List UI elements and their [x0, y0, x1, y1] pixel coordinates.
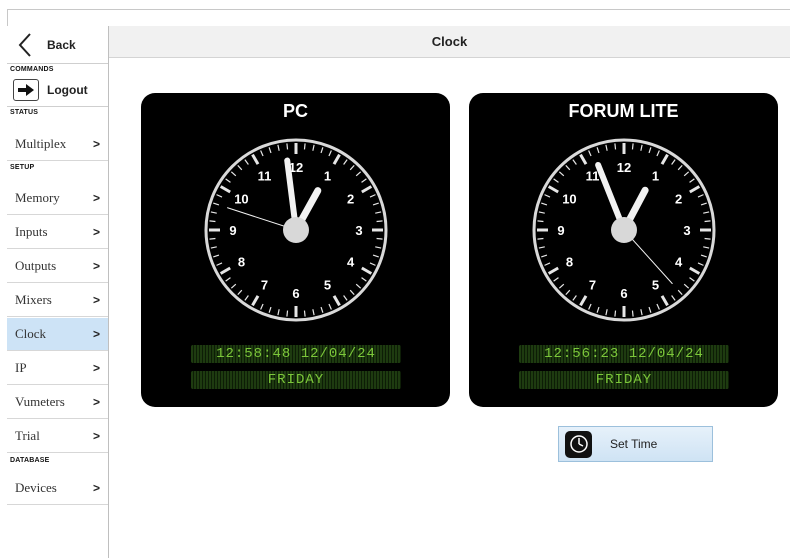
- sidebar-item-mixers[interactable]: Mixers >: [7, 284, 108, 317]
- chevron-left-icon: [18, 32, 31, 57]
- clock-tick: [631, 310, 634, 317]
- sidebar-item-devices[interactable]: Devices >: [7, 472, 108, 505]
- clock-numeral: 3: [355, 223, 362, 238]
- clock-tick: [704, 237, 711, 240]
- clock-tick: [537, 237, 544, 240]
- chevron-right-icon: >: [92, 259, 100, 273]
- sidebar-item-outputs[interactable]: Outputs >: [7, 250, 108, 283]
- section-setup: SETUP: [10, 164, 35, 171]
- clock-numeral: 10: [562, 192, 576, 207]
- clock-tick: [376, 220, 383, 223]
- sidebar-item-label: Memory: [15, 190, 60, 205]
- clock-numeral: 9: [229, 223, 236, 238]
- sidebar-item-label: Inputs: [15, 224, 48, 239]
- chevron-right-icon: >: [92, 395, 100, 409]
- chevron-right-icon: >: [92, 481, 100, 495]
- clock-numeral: 2: [347, 192, 354, 207]
- sidebar-item-label: Mixers: [15, 292, 52, 307]
- back-button[interactable]: Back: [7, 26, 108, 64]
- analog-clock-face: 121234567891011: [532, 138, 716, 322]
- clock-hub: [611, 217, 637, 243]
- clock-tick: [286, 143, 289, 150]
- chevron-right-icon: >: [92, 293, 100, 307]
- sidebar-item-trial[interactable]: Trial >: [7, 420, 108, 453]
- clock-numeral: 3: [683, 223, 690, 238]
- clock-numeral: 7: [261, 278, 268, 293]
- sidebar-item-label: Devices: [15, 480, 57, 495]
- sidebar-item-multiplex[interactable]: Multiplex >: [7, 128, 108, 161]
- clock-tick: [537, 220, 544, 223]
- clock-tick: [614, 143, 617, 150]
- analog-clock-face: 121234567891011: [204, 138, 388, 322]
- clock-tick: [631, 143, 634, 150]
- digital-datetime-display: 12:58:48 12/04/24: [191, 345, 401, 363]
- clock-title: FORUM LITE: [568, 101, 679, 121]
- section-commands: COMMANDS: [10, 66, 54, 73]
- clock-tick: [209, 237, 216, 240]
- sidebar-item-vumeters[interactable]: Vumeters >: [7, 386, 108, 419]
- digital-day-display: FRIDAY: [191, 371, 401, 389]
- clock-numeral: 1: [652, 168, 659, 183]
- chevron-right-icon: >: [92, 137, 100, 151]
- clock-panel-pc: PC 12 1 2 3 4 5 6 7 8 9 10 11 12:58:48 12/04/24 FRI…: [141, 93, 450, 407]
- chevron-right-icon: >: [92, 429, 100, 443]
- sidebar-item-label: IP: [15, 360, 27, 375]
- digital-day-display: FRIDAY: [519, 371, 729, 389]
- sidebar-item-clock[interactable]: Clock >: [7, 318, 108, 351]
- sidebar-item-label: Multiplex: [15, 136, 67, 151]
- clock-numeral: 6: [292, 286, 299, 301]
- clock-numeral: 4: [347, 255, 355, 270]
- clock-numeral: 5: [652, 278, 659, 293]
- clock-tick: [376, 237, 383, 240]
- clock-numeral: 2: [675, 192, 682, 207]
- sidebar-item-memory[interactable]: Memory >: [7, 182, 108, 215]
- clock-numeral: 9: [557, 223, 564, 238]
- section-status: STATUS: [10, 109, 39, 116]
- chevron-right-icon: >: [92, 225, 100, 239]
- sidebar-item-label: Outputs: [15, 258, 57, 273]
- set-time-label: Set Time: [610, 437, 658, 451]
- page-header: Clock: [109, 26, 790, 58]
- clock-tick: [303, 310, 306, 317]
- clock-title: PC: [282, 101, 308, 121]
- clock-panel-forum-lite: FORUM LITE 12 1 2 3 4 5 6 7 8 9 10 11 12:56:23 12/0…: [469, 93, 778, 407]
- chevron-right-icon: >: [92, 361, 100, 375]
- clock-numeral: 11: [258, 168, 272, 183]
- clock-numeral: 1: [324, 168, 331, 183]
- clock-tick: [209, 220, 216, 223]
- clock-numeral: 5: [324, 278, 331, 293]
- clock-numeral: 8: [566, 255, 573, 270]
- set-time-button[interactable]: Set Time: [558, 426, 713, 462]
- clock-numeral: 4: [675, 255, 683, 270]
- clock-hub: [283, 217, 309, 243]
- clock-tick: [704, 220, 711, 223]
- clock-numeral: 10: [234, 192, 248, 207]
- sidebar-item-inputs[interactable]: Inputs >: [7, 216, 108, 249]
- logout-label: Logout: [47, 83, 88, 97]
- clock-tick: [303, 143, 306, 150]
- sidebar: Back COMMANDS Logout STATUS Multiplex > …: [7, 26, 109, 558]
- chevron-right-icon: >: [92, 191, 100, 205]
- sidebar-item-label: Vumeters: [15, 394, 65, 409]
- digital-datetime-display: 12:56:23 12/04/24: [519, 345, 729, 363]
- sidebar-item-label: Clock: [15, 326, 47, 341]
- clock-tick: [286, 310, 289, 317]
- sidebar-item-ip[interactable]: IP >: [7, 352, 108, 385]
- chevron-right-icon: >: [92, 327, 100, 341]
- section-database: DATABASE: [10, 457, 50, 464]
- logout-button[interactable]: Logout: [7, 74, 108, 107]
- logout-icon: [13, 79, 39, 101]
- clock-numeral: 12: [617, 160, 631, 175]
- clock-numeral: 7: [589, 278, 596, 293]
- clock-numeral: 8: [238, 255, 245, 270]
- back-label: Back: [47, 37, 76, 52]
- clock-numeral: 6: [620, 286, 627, 301]
- sidebar-item-label: Trial: [15, 428, 40, 443]
- clock-tick: [614, 310, 617, 317]
- page-title: Clock: [431, 34, 468, 49]
- clock-icon: [565, 430, 592, 458]
